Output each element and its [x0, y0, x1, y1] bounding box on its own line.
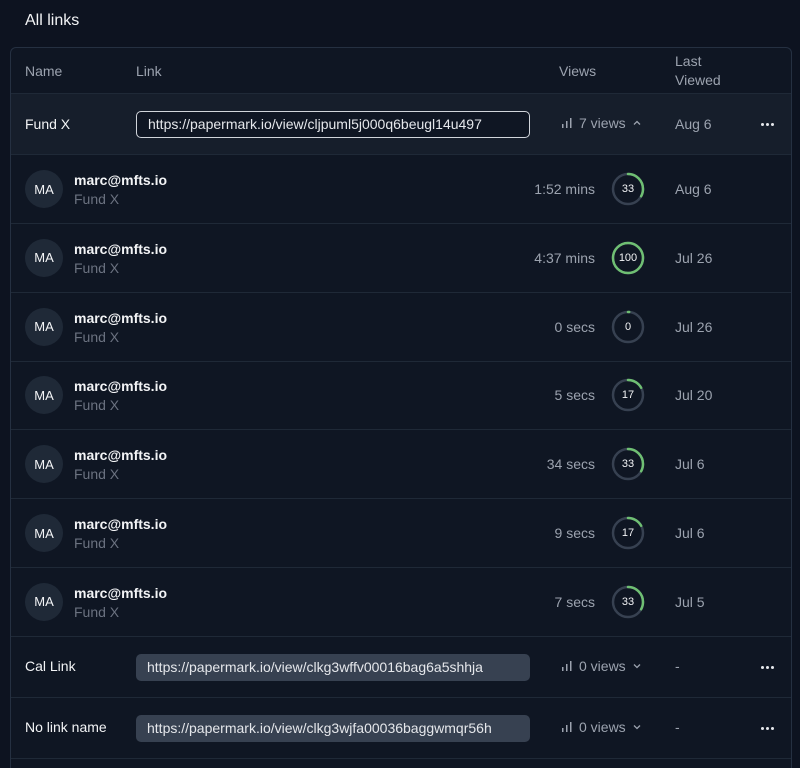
chevron-up-icon — [632, 118, 642, 128]
completion-ring: 17 — [611, 516, 645, 550]
ellipsis-icon — [760, 726, 764, 730]
last-viewed-date: - — [675, 658, 680, 674]
visit-row: MA marc@mfts.io Fund X 1:52 mins 33 Aug 6 — [11, 155, 791, 224]
more-options-button[interactable] — [753, 112, 781, 136]
visitor-document: Fund X — [74, 259, 120, 276]
header-last-viewed: Last Viewed — [675, 53, 721, 88]
visit-date: Jul 26 — [675, 249, 713, 266]
completion-value: 33 — [621, 595, 635, 608]
completion-ring: 100 — [611, 241, 645, 275]
link-url-field[interactable]: https://papermark.io/view/clkg3wjfa00036… — [136, 715, 530, 742]
views-toggle-button[interactable]: 0 views — [561, 719, 642, 735]
views-toggle-button[interactable]: 7 views — [561, 115, 642, 131]
more-options-button[interactable] — [753, 716, 781, 740]
links-table: Name Link Views Last Viewed Fund X https… — [10, 47, 792, 768]
visitor-document: Fund X — [74, 397, 120, 414]
ellipsis-dot — [770, 122, 774, 126]
link-name: No link name — [25, 719, 107, 735]
view-duration: 5 secs — [554, 387, 595, 404]
ellipsis-icon — [760, 122, 764, 126]
view-duration: 4:37 mins — [534, 249, 595, 266]
link-url-field[interactable]: https://papermark.io/view/clkg3wffv00016… — [136, 654, 530, 681]
visit-date: Jul 6 — [675, 525, 705, 541]
visit-date: Jul 26 — [675, 318, 713, 335]
visit-row: MA marc@mfts.io Fund X 7 secs 33 Jul 5 — [11, 568, 791, 637]
visit-date: Jul 5 — [675, 593, 705, 610]
avatar: MA — [25, 445, 63, 484]
ellipsis-dot — [770, 726, 774, 730]
visitor-document: Fund X — [74, 535, 120, 551]
visitor-document: Fund X — [74, 603, 120, 620]
visitor-document: Fund X — [74, 328, 120, 345]
view-duration: 1:52 mins — [534, 181, 595, 197]
last-viewed-date: Aug 6 — [675, 116, 712, 132]
link-row-cal-link[interactable]: Cal Link https://papermark.io/view/clkg3… — [11, 637, 791, 698]
last-viewed-date: - — [675, 719, 680, 735]
header-name: Name — [25, 63, 63, 79]
visitor-email: marc@mfts.io — [74, 447, 168, 464]
header-views: Views — [559, 63, 597, 79]
ellipsis-dot — [770, 665, 774, 669]
header-link: Link — [136, 63, 162, 79]
completion-value: 33 — [621, 458, 635, 471]
page-title: All links — [25, 12, 80, 29]
completion-ring: 33 — [611, 172, 645, 206]
view-duration: 0 secs — [554, 318, 595, 335]
views-toggle-button[interactable]: 0 views — [561, 658, 642, 674]
visitor-document: Fund X — [74, 191, 120, 207]
completion-ring: 17 — [611, 378, 645, 412]
chevron-down-icon — [632, 722, 642, 732]
views-count: 7 views — [579, 115, 626, 131]
views-count: 0 views — [579, 719, 626, 735]
table-header: Name Link Views Last Viewed — [11, 48, 791, 94]
visit-date: Jul 6 — [675, 456, 705, 473]
visit-date: Jul 20 — [675, 387, 713, 404]
view-duration: 34 secs — [546, 456, 595, 473]
visitor-email: marc@mfts.io — [74, 240, 168, 257]
ellipsis-icon — [760, 665, 764, 669]
completion-value: 100 — [618, 251, 638, 264]
visitor-email: marc@mfts.io — [74, 378, 168, 395]
avatar: MA — [25, 170, 63, 208]
completion-ring: 0 — [611, 310, 645, 344]
visitor-email: marc@mfts.io — [74, 516, 168, 532]
view-duration: 7 secs — [554, 593, 595, 610]
completion-ring: 33 — [611, 585, 645, 619]
views-count: 0 views — [579, 658, 626, 674]
link-name: Cal Link — [25, 658, 76, 674]
visit-row: MA marc@mfts.io Fund X 4:37 mins 100 Jul 26 — [11, 224, 791, 293]
visit-row: MA marc@mfts.io Fund X 34 secs 33 Jul 6 — [11, 430, 791, 500]
completion-ring: 33 — [611, 447, 645, 481]
visitor-email: marc@mfts.io — [74, 172, 168, 188]
link-row-no-link-name[interactable]: No link name https://papermark.io/view/c… — [11, 698, 791, 759]
chevron-down-icon — [632, 661, 642, 671]
link-row-fund-x[interactable]: Fund X https://papermark.io/view/cljpuml… — [11, 94, 791, 155]
visitor-document: Fund X — [74, 466, 120, 483]
avatar: MA — [25, 376, 63, 415]
visit-row: MA marc@mfts.io Fund X 5 secs 17 Jul 20 — [11, 361, 791, 431]
visit-date: Aug 6 — [675, 181, 712, 197]
ellipsis-dot — [765, 122, 769, 126]
visit-row: MA marc@mfts.io Fund X 0 secs 0 Jul 26 — [11, 293, 791, 362]
completion-value: 17 — [621, 389, 635, 402]
link-url-field[interactable]: https://papermark.io/view/cljpuml5j000q6… — [136, 111, 530, 138]
avatar: MA — [25, 514, 63, 552]
bar-chart-icon — [561, 660, 573, 672]
bar-chart-icon — [561, 721, 573, 733]
avatar: MA — [25, 238, 63, 277]
more-options-button[interactable] — [753, 655, 781, 679]
visitor-email: marc@mfts.io — [74, 584, 168, 601]
avatar: MA — [25, 307, 63, 346]
ellipsis-dot — [765, 665, 769, 669]
visit-row: MA marc@mfts.io Fund X 9 secs 17 Jul 6 — [11, 499, 791, 568]
link-name: Fund X — [25, 116, 71, 132]
avatar: MA — [25, 582, 63, 621]
completion-value: 17 — [621, 527, 635, 539]
visitor-email: marc@mfts.io — [74, 309, 168, 326]
bar-chart-icon — [561, 117, 573, 129]
ellipsis-dot — [765, 726, 769, 730]
completion-value: 0 — [624, 320, 632, 333]
completion-value: 33 — [621, 183, 635, 195]
view-duration: 9 secs — [554, 525, 595, 541]
